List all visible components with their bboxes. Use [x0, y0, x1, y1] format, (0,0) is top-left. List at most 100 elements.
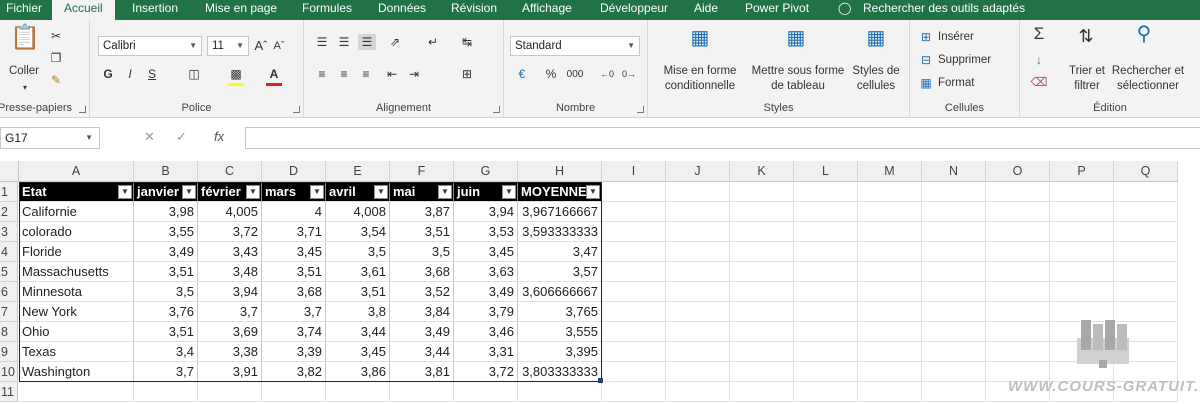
increase-indent-icon[interactable]: ⇥: [406, 66, 422, 82]
column-header-m[interactable]: M: [858, 161, 922, 182]
table-cell-value[interactable]: 3,765: [518, 302, 602, 322]
column-header-i[interactable]: I: [602, 161, 666, 182]
borders-icon[interactable]: ◫: [186, 66, 202, 82]
align-top-icon[interactable]: ☰: [314, 34, 330, 50]
filter-dropdown-icon[interactable]: ▼: [310, 185, 324, 199]
tab-developpeur[interactable]: Développeur: [600, 0, 668, 20]
column-header-k[interactable]: K: [730, 161, 794, 182]
row-header-4[interactable]: 4: [0, 242, 18, 262]
table-cell-value[interactable]: 3,593333333: [518, 222, 602, 242]
align-center-icon[interactable]: ≡: [336, 66, 352, 82]
fill-color-icon[interactable]: ▩: [228, 66, 244, 82]
font-color-icon[interactable]: A: [266, 66, 282, 82]
column-header-h[interactable]: H: [518, 161, 602, 182]
row-header-9[interactable]: 9: [0, 342, 18, 362]
sort-filter-button[interactable]: Trier et filtrer: [1062, 64, 1112, 94]
cell-styles-button[interactable]: Styles de cellules: [848, 64, 904, 94]
tab-accueil[interactable]: Accueil: [52, 0, 115, 20]
table-cell-value[interactable]: 3,71: [262, 222, 326, 242]
table-cell-state[interactable]: Floride: [19, 242, 134, 262]
align-left-icon[interactable]: ≡: [314, 66, 330, 82]
table-cell-value[interactable]: 3,47: [518, 242, 602, 262]
table-cell-state[interactable]: Texas: [19, 342, 134, 362]
conditional-format-button[interactable]: Mise en forme conditionnelle: [656, 64, 744, 94]
tab-aide[interactable]: Aide: [694, 0, 718, 20]
table-cell-value[interactable]: 3,49: [454, 282, 518, 302]
column-header-b[interactable]: B: [134, 161, 198, 182]
table-cell-value[interactable]: 3,52: [390, 282, 454, 302]
number-format-combo[interactable]: Standard ▼: [510, 36, 640, 56]
table-cell-value[interactable]: 3,4: [134, 342, 198, 362]
delete-cells-button[interactable]: Supprimer: [938, 53, 991, 68]
table-cell-value[interactable]: 3,91: [198, 362, 262, 382]
tab-power-pivot[interactable]: Power Pivot: [745, 0, 809, 20]
table-cell-state[interactable]: colorado: [19, 222, 134, 242]
table-cell-value[interactable]: 3,82: [262, 362, 326, 382]
table-cell-value[interactable]: 3,7: [262, 302, 326, 322]
table-cell-value[interactable]: 3,94: [454, 202, 518, 222]
table-cell-value[interactable]: 3,72: [198, 222, 262, 242]
decrease-indent-icon[interactable]: ⇤: [384, 66, 400, 82]
table-cell-value[interactable]: 3,5: [134, 282, 198, 302]
formula-input[interactable]: [245, 127, 1200, 149]
column-header-a[interactable]: A: [19, 161, 134, 182]
column-header-p[interactable]: P: [1050, 161, 1114, 182]
table-cell-value[interactable]: 3,8: [326, 302, 390, 322]
clear-icon[interactable]: ⌫: [1030, 74, 1048, 90]
table-cell-value[interactable]: 3,555: [518, 322, 602, 342]
column-header-d[interactable]: D: [262, 161, 326, 182]
enter-icon[interactable]: ✓: [176, 127, 187, 147]
table-cell-value[interactable]: 3,72: [454, 362, 518, 382]
table-cell-value[interactable]: 3,86: [326, 362, 390, 382]
cut-icon[interactable]: ✂: [48, 28, 64, 44]
format-painter-icon[interactable]: ✎: [48, 72, 64, 88]
row-header-3[interactable]: 3: [0, 222, 18, 242]
copy-icon[interactable]: ❐: [48, 50, 64, 66]
row-header-10[interactable]: 10: [0, 362, 18, 382]
table-cell-value[interactable]: 3,39: [262, 342, 326, 362]
table-cell-value[interactable]: 3,55: [134, 222, 198, 242]
column-header-c[interactable]: C: [198, 161, 262, 182]
table-cell-value[interactable]: 3,63: [454, 262, 518, 282]
table-cell-value[interactable]: 3,5: [390, 242, 454, 262]
tell-me-search[interactable]: Rechercher des outils adaptés: [863, 0, 1025, 20]
filter-dropdown-icon[interactable]: ▼: [182, 185, 196, 199]
table-resize-handle[interactable]: [598, 378, 603, 383]
font-size-combo[interactable]: 11 ▼: [207, 36, 249, 56]
align-right-icon[interactable]: ≡: [358, 66, 374, 82]
insert-function-button[interactable]: fx: [214, 127, 224, 147]
format-cells-button[interactable]: Format: [938, 76, 974, 91]
filter-dropdown-icon[interactable]: ▼: [438, 185, 452, 199]
find-select-button[interactable]: Rechercher et sélectionner: [1108, 64, 1188, 94]
decrease-font-icon[interactable]: Aˇ: [272, 38, 286, 54]
cancel-icon[interactable]: ✕: [144, 127, 155, 147]
decrease-decimal-icon[interactable]: 0→: [620, 66, 638, 82]
table-cell-state[interactable]: New York: [19, 302, 134, 322]
table-cell-value[interactable]: 3,51: [134, 322, 198, 342]
format-as-table-button[interactable]: Mettre sous forme de tableau: [748, 64, 848, 94]
table-cell-value[interactable]: 3,45: [454, 242, 518, 262]
font-name-combo[interactable]: Calibri ▼: [98, 36, 202, 56]
table-cell-value[interactable]: 3,967166667: [518, 202, 602, 222]
increase-decimal-icon[interactable]: ←0: [598, 66, 616, 82]
table-cell-state[interactable]: Californie: [19, 202, 134, 222]
table-cell-value[interactable]: 3,68: [390, 262, 454, 282]
table-cell-value[interactable]: 3,45: [262, 242, 326, 262]
table-header-cell[interactable]: Etat: [19, 182, 134, 202]
fill-icon[interactable]: ↓: [1030, 52, 1048, 68]
table-cell-value[interactable]: 3,38: [198, 342, 262, 362]
row-header-8[interactable]: 8: [0, 322, 18, 342]
wrap-text-icon[interactable]: ↵: [422, 34, 444, 50]
column-header-g[interactable]: G: [454, 161, 518, 182]
table-cell-state[interactable]: Minnesota: [19, 282, 134, 302]
table-cell-value[interactable]: 3,98: [134, 202, 198, 222]
row-header-7[interactable]: 7: [0, 302, 18, 322]
table-cell-value[interactable]: 3,76: [134, 302, 198, 322]
column-header-j[interactable]: J: [666, 161, 730, 182]
table-cell-value[interactable]: 3,395: [518, 342, 602, 362]
thousands-button[interactable]: 000: [564, 67, 586, 83]
table-cell-value[interactable]: 4,005: [198, 202, 262, 222]
table-cell-value[interactable]: 3,7: [198, 302, 262, 322]
table-cell-value[interactable]: 3,79: [454, 302, 518, 322]
column-header-f[interactable]: F: [390, 161, 454, 182]
